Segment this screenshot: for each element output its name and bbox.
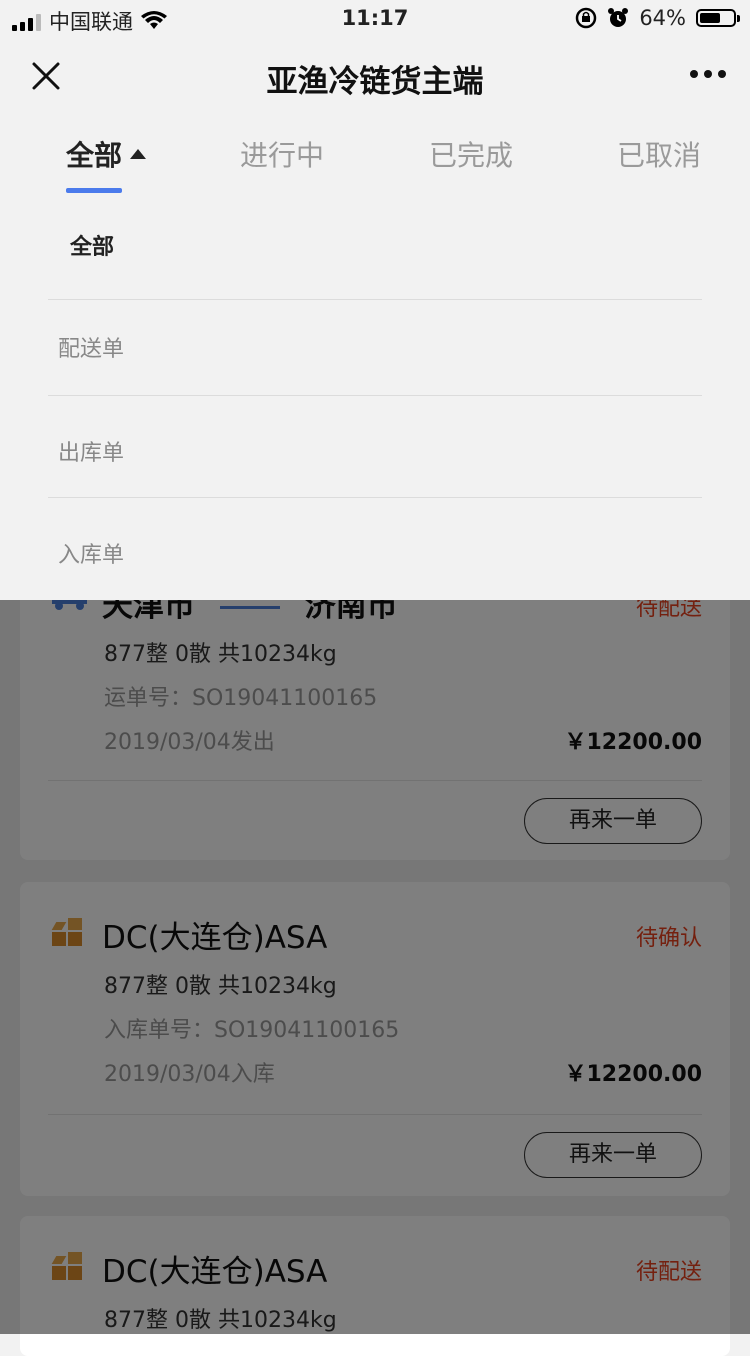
page-title: 亚渔冷链货主端 [266,64,484,100]
modal-overlay[interactable] [0,560,750,1334]
tab-in-progress[interactable]: 进行中 [240,134,324,174]
caret-up-icon [130,149,147,159]
order-tabs: 全部 进行中 已完成 已取消 [0,114,750,198]
status-right: 64% [575,6,740,30]
tab-completed[interactable]: 已完成 [429,134,513,174]
tab-cancelled[interactable]: 已取消 [617,134,701,174]
status-bar: 中国联通 11:17 64% [0,0,750,40]
dropdown-item-all[interactable]: 全部 [48,198,702,300]
tab-indicator [66,188,122,193]
dropdown-item-outbound[interactable]: 出库单 [48,396,702,498]
more-button[interactable] [690,70,726,78]
battery-icon [696,9,740,27]
more-icon [690,70,698,78]
filter-dropdown: 全部 配送单 出库单 入库单 [0,198,750,600]
battery-fill [700,13,721,23]
tab-all-label: 全部 [66,139,123,172]
dropdown-item-delivery[interactable]: 配送单 [48,294,702,396]
rotation-lock-icon [576,7,597,29]
battery-percent: 64% [639,6,686,30]
dropdown-item-inbound[interactable]: 入库单 [48,498,702,600]
alarm-icon [608,8,629,27]
navbar: 亚渔冷链货主端 [0,40,750,114]
tab-all[interactable]: 全部 [66,134,147,174]
